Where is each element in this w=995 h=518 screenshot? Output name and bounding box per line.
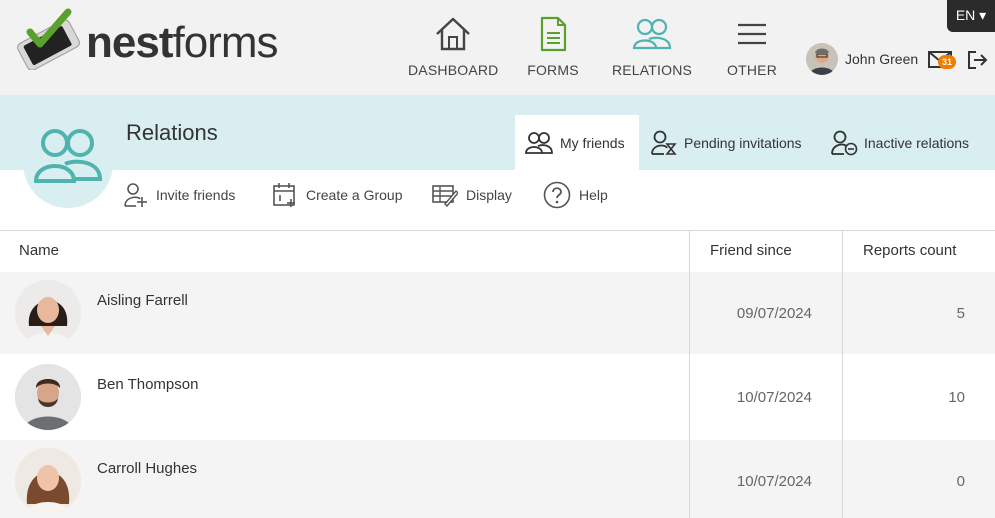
- friend-name: Ben Thompson: [97, 376, 199, 393]
- tab-pending-invitations[interactable]: Pending invitations: [650, 115, 820, 170]
- table-row[interactable]: Aisling Farrell 09/07/2024 5: [0, 272, 995, 354]
- document-icon: [540, 16, 567, 52]
- tool-label: Invite friends: [156, 187, 236, 203]
- reports-count: 0: [956, 473, 965, 490]
- person-minus-icon: [831, 130, 858, 155]
- nav-label: RELATIONS: [611, 62, 693, 78]
- tab-label: Pending invitations: [684, 134, 802, 151]
- user-avatar[interactable]: [806, 43, 838, 75]
- create-group-button[interactable]: Create a Group: [272, 180, 403, 210]
- table-row[interactable]: Ben Thompson 10/07/2024 10: [0, 356, 995, 438]
- friend-avatar: [15, 448, 81, 514]
- tab-inactive-relations[interactable]: Inactive relations: [830, 115, 990, 170]
- user-photo: [806, 43, 838, 75]
- tool-label: Display: [466, 187, 512, 203]
- friend-photo: [15, 448, 81, 514]
- tool-label: Help: [579, 187, 608, 203]
- column-header-name[interactable]: Name: [19, 231, 59, 271]
- table-row[interactable]: Carroll Hughes 10/07/2024 0: [0, 440, 995, 518]
- logo-phone-check-icon: [17, 8, 80, 71]
- display-button[interactable]: Display: [432, 180, 512, 210]
- nav-dashboard[interactable]: DASHBOARD: [408, 16, 498, 82]
- reports-count: 10: [948, 389, 965, 406]
- people-outline-icon: [525, 131, 553, 154]
- home-icon: [436, 17, 470, 51]
- page-title: Relations: [126, 120, 218, 145]
- tab-my-friends[interactable]: My friends: [515, 115, 639, 170]
- add-person-icon: [124, 183, 147, 207]
- top-header: nestforms DASHBOARD FORMS RELATIONS OTHE…: [0, 0, 995, 95]
- nestforms-logo[interactable]: nestforms: [10, 8, 300, 71]
- friends-table: Name Friend since Reports count Aisling …: [0, 230, 995, 518]
- friend-since: 10/07/2024: [736, 473, 812, 490]
- hamburger-menu-icon: [738, 23, 766, 45]
- friend-avatar: [15, 364, 81, 430]
- tab-label: My friends: [560, 134, 625, 151]
- friend-photo: [15, 280, 81, 346]
- user-name[interactable]: John Green: [845, 51, 918, 67]
- help-icon: [543, 181, 571, 209]
- person-hourglass-icon: [651, 130, 677, 155]
- calendar-add-icon: [273, 183, 295, 207]
- friend-name: Carroll Hughes: [97, 460, 198, 477]
- people-icon: [33, 129, 103, 183]
- mail-count-badge: 31: [938, 55, 956, 69]
- invite-friends-button[interactable]: Invite friends: [124, 180, 235, 210]
- logout-icon[interactable]: [967, 50, 989, 70]
- nav-relations[interactable]: RELATIONS: [610, 16, 694, 82]
- tool-label: Create a Group: [306, 187, 403, 203]
- people-icon: [632, 18, 672, 50]
- tab-label: Inactive relations: [864, 134, 970, 151]
- language-selector[interactable]: EN ▾: [947, 0, 995, 32]
- reports-count: 5: [956, 305, 965, 322]
- friend-avatar: [15, 280, 81, 346]
- nav-forms[interactable]: FORMS: [522, 16, 584, 82]
- table-edit-icon: [432, 185, 458, 207]
- logo-wordmark: nestforms: [86, 18, 278, 67]
- column-header-reports-count[interactable]: Reports count: [863, 231, 956, 271]
- nav-label: DASHBOARD: [408, 62, 499, 78]
- friend-photo: [15, 364, 81, 430]
- friend-since: 09/07/2024: [736, 305, 812, 322]
- relations-hero-icon: [23, 103, 113, 208]
- column-header-friend-since[interactable]: Friend since: [710, 231, 792, 271]
- column-divider: [689, 231, 690, 518]
- column-divider: [842, 231, 843, 518]
- friend-name: Aisling Farrell: [97, 292, 188, 309]
- nav-other[interactable]: OTHER: [724, 16, 780, 82]
- friend-since: 10/07/2024: [736, 389, 812, 406]
- help-button[interactable]: Help: [543, 180, 608, 210]
- nav-label: OTHER: [727, 62, 777, 78]
- nav-label: FORMS: [527, 62, 579, 78]
